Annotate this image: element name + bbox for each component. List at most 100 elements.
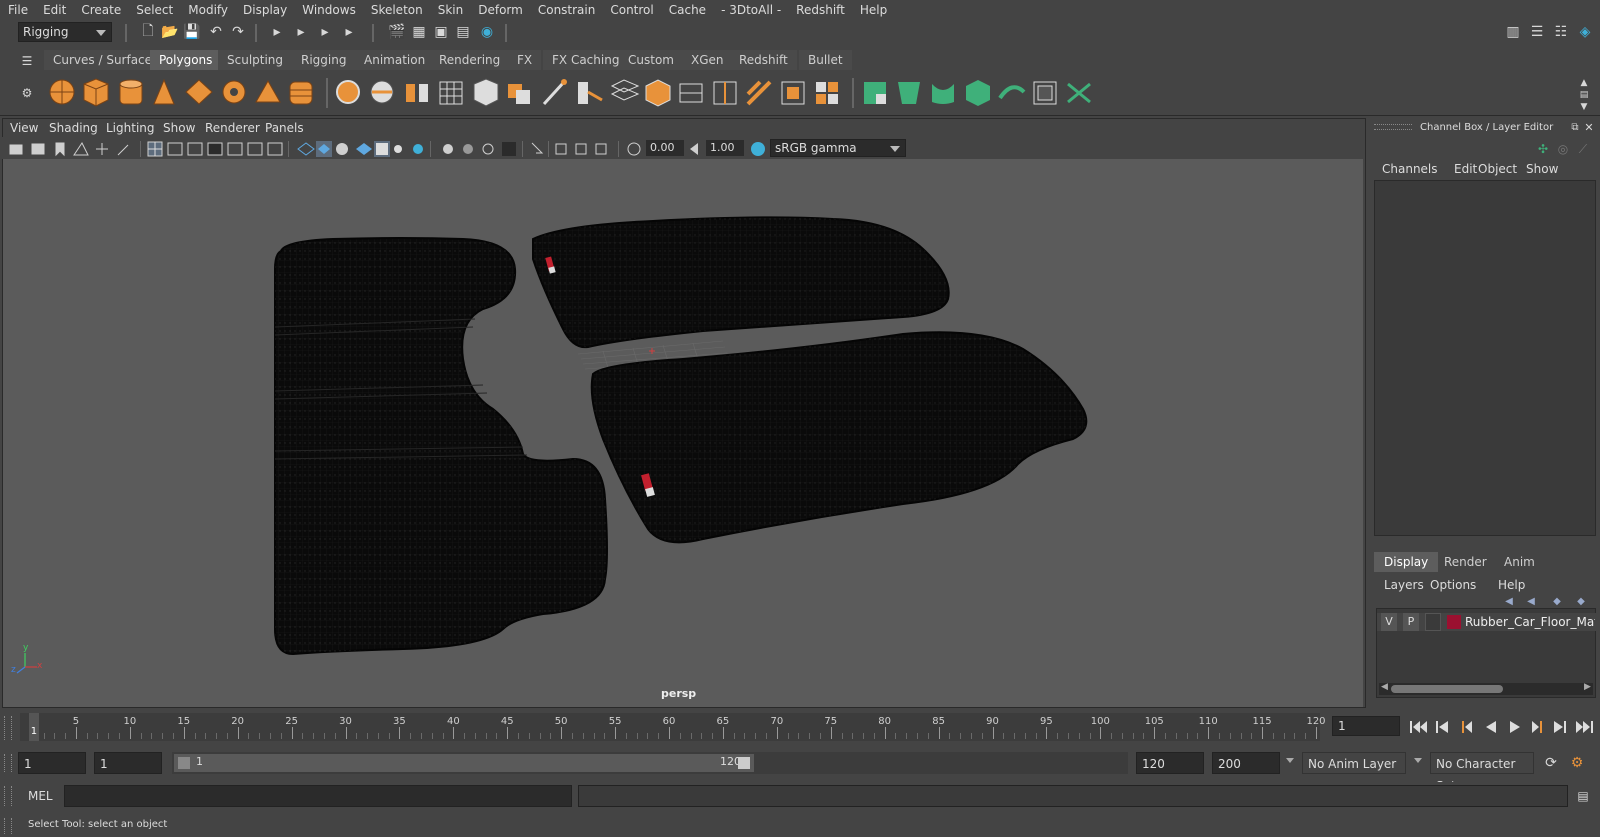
- panel-grip[interactable]: [1374, 124, 1412, 130]
- menu-cache[interactable]: Cache: [669, 3, 706, 17]
- menu-redshift[interactable]: Redshift: [796, 3, 845, 17]
- tab-curves-surfaces[interactable]: Curves / Surfaces: [44, 50, 168, 70]
- range-start-handle[interactable]: [178, 757, 190, 769]
- shelf-scroll-down-icon[interactable]: ▼: [1575, 98, 1593, 116]
- menu-display[interactable]: Display: [243, 3, 287, 17]
- command-language-toggle[interactable]: MEL: [28, 789, 53, 803]
- panel-grip[interactable]: [4, 754, 12, 772]
- tab-bullet[interactable]: Bullet: [799, 50, 852, 70]
- tab-fx[interactable]: FX: [508, 50, 542, 70]
- auto-key-icon[interactable]: ⟳: [1542, 754, 1560, 772]
- channel-menu-channels[interactable]: Channels: [1382, 162, 1438, 176]
- hypershade-icon[interactable]: ◉: [478, 23, 496, 41]
- scroll-right-icon[interactable]: ▶: [1584, 682, 1591, 692]
- undo-icon[interactable]: ↶: [207, 23, 225, 41]
- channel-menu-object[interactable]: Object: [1478, 162, 1517, 176]
- menu-select[interactable]: Select: [136, 3, 173, 17]
- tab-animation[interactable]: Animation: [355, 50, 435, 70]
- tab-custom[interactable]: Custom: [619, 50, 683, 70]
- anim-layer-dropdown[interactable]: No Anim Layer: [1302, 752, 1406, 774]
- chevron-down-icon[interactable]: [1414, 758, 1422, 763]
- animation-end-field[interactable]: 200: [1212, 752, 1280, 774]
- close-icon[interactable]: ✕: [1580, 118, 1598, 136]
- perspective-viewport[interactable]: y x z persp: [3, 159, 1363, 707]
- viewport-menu-view[interactable]: View: [10, 121, 38, 135]
- viewport-menu-panels[interactable]: Panels: [265, 121, 304, 135]
- layer-playback-toggle[interactable]: P: [1403, 613, 1419, 631]
- colorspace-dropdown[interactable]: sRGB gamma: [770, 139, 906, 157]
- chevron-down-icon[interactable]: [1286, 758, 1294, 763]
- new-scene-icon[interactable]: 🗋: [139, 23, 157, 41]
- redo-icon[interactable]: ↷: [229, 23, 247, 41]
- ipr-render-icon[interactable]: ▣: [432, 23, 450, 41]
- layer-menu-help[interactable]: Help: [1498, 578, 1525, 592]
- channel-menu-edit[interactable]: Edit: [1454, 162, 1477, 176]
- scroll-left-icon[interactable]: ◀: [1381, 682, 1388, 692]
- layer-color-swatch[interactable]: [1447, 615, 1461, 629]
- history-icon[interactable]: ▸: [316, 23, 334, 41]
- tab-anim[interactable]: Anim: [1494, 552, 1545, 572]
- menu-skin[interactable]: Skin: [438, 3, 464, 17]
- scrollbar-thumb[interactable]: [1391, 685, 1503, 693]
- menu-3dtoall[interactable]: - 3DtoAll -: [721, 3, 781, 17]
- time-slider-track[interactable]: 5 10 15 20 25 30 35 40 45 50 55 60 65 70 75 80 85 90 95 100…: [20, 713, 1326, 741]
- snap-icon[interactable]: ▸: [292, 23, 310, 41]
- layer-hscrollbar[interactable]: ◀ ▶: [1379, 682, 1593, 695]
- panel-grip[interactable]: [4, 716, 12, 740]
- playback-end-field[interactable]: 120: [1136, 752, 1204, 774]
- tab-render[interactable]: Render: [1434, 552, 1497, 572]
- range-slider-handle[interactable]: 1 120: [174, 754, 754, 772]
- menu-modify[interactable]: Modify: [188, 3, 228, 17]
- layer-menu-layers[interactable]: Layers: [1384, 578, 1424, 592]
- hyper-icon[interactable]: ⟋: [1574, 140, 1592, 158]
- panel-grip[interactable]: [4, 786, 12, 806]
- tab-redshift[interactable]: Redshift: [730, 50, 797, 70]
- viewport-menu-shading[interactable]: Shading: [49, 121, 98, 135]
- tab-sculpting[interactable]: Sculpting: [218, 50, 293, 70]
- attribute-editor-icon[interactable]: ☰: [1528, 23, 1546, 41]
- viewport-menu-lighting[interactable]: Lighting: [106, 121, 155, 135]
- modeling-toolkit-icon[interactable]: ▥: [1504, 23, 1522, 41]
- speed-icon[interactable]: ◎: [1554, 140, 1572, 158]
- exposure-field[interactable]: 0.00: [646, 140, 684, 156]
- tab-xgen[interactable]: XGen: [682, 50, 733, 70]
- layer-menu-options[interactable]: Options: [1430, 578, 1476, 592]
- layer-display-type-toggle[interactable]: [1425, 613, 1441, 631]
- tab-rigging[interactable]: Rigging: [292, 50, 356, 70]
- menu-file[interactable]: File: [8, 3, 28, 17]
- current-frame-field[interactable]: 1: [1332, 716, 1400, 736]
- layer-row[interactable]: V P Rubber_Car_Floor_Mats_: [1377, 613, 1597, 631]
- command-input[interactable]: [64, 785, 572, 807]
- viewport-menu-show[interactable]: Show: [163, 121, 195, 135]
- animation-preferences-icon[interactable]: ⚙: [1568, 754, 1586, 772]
- menu-create[interactable]: Create: [81, 3, 121, 17]
- menu-help[interactable]: Help: [860, 3, 887, 17]
- channel-list-area[interactable]: [1374, 180, 1596, 536]
- tab-rendering[interactable]: Rendering: [430, 50, 510, 70]
- channel-box-toggle-icon[interactable]: ◈: [1576, 23, 1594, 41]
- gamma-field[interactable]: 1.00: [706, 140, 744, 156]
- tab-fx-caching[interactable]: FX Caching: [543, 50, 629, 70]
- menu-windows[interactable]: Windows: [302, 3, 356, 17]
- menuset-dropdown[interactable]: Rigging: [18, 22, 112, 42]
- panel-grip[interactable]: [4, 818, 12, 834]
- menu-skeleton[interactable]: Skeleton: [371, 3, 423, 17]
- menu-control[interactable]: Control: [610, 3, 653, 17]
- manipulator-icon[interactable]: ✣: [1534, 140, 1552, 158]
- render-frame-icon[interactable]: 🎬: [388, 23, 406, 41]
- shelf-gear-icon[interactable]: ⚙: [18, 84, 36, 102]
- layer-visibility-toggle[interactable]: V: [1381, 613, 1397, 631]
- save-scene-icon[interactable]: 💾: [183, 23, 201, 41]
- viewport-menu-renderer[interactable]: Renderer: [205, 121, 260, 135]
- open-scene-icon[interactable]: 📂: [161, 23, 179, 41]
- tab-polygons[interactable]: Polygons: [150, 50, 222, 70]
- character-set-dropdown[interactable]: No Character Set: [1430, 752, 1534, 793]
- range-end-handle[interactable]: [738, 757, 750, 769]
- render-settings-icon[interactable]: ▤: [454, 23, 472, 41]
- menu-deform[interactable]: Deform: [478, 3, 523, 17]
- render-sequence-icon[interactable]: ▦: [410, 23, 428, 41]
- script-editor-icon[interactable]: ▤: [1574, 787, 1592, 805]
- channel-menu-show[interactable]: Show: [1526, 162, 1558, 176]
- tab-display[interactable]: Display: [1374, 552, 1439, 572]
- menu-edit[interactable]: Edit: [43, 3, 66, 17]
